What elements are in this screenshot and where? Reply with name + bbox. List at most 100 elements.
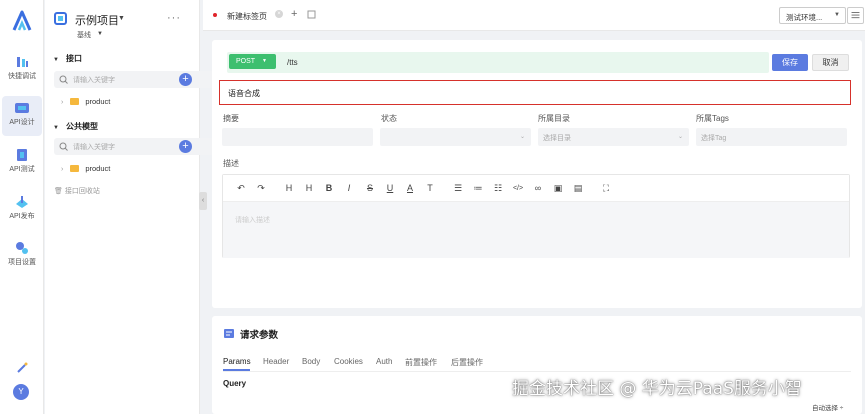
app-root: 快捷调试 API设计 API测试 API发布 项目设置 Y 示例项目 ▼ 基线 …	[0, 0, 865, 414]
method-label: POST	[236, 58, 256, 65]
section-title: 公共模型	[65, 122, 98, 131]
font-color-icon[interactable]: A	[404, 182, 416, 195]
table-icon[interactable]: ▤	[572, 182, 584, 195]
bullet-list-icon[interactable]: ☰	[452, 182, 464, 195]
api-editor-panel: POST ▼ /tts 保存 取消 语音合成 摘要 状态 所属目录 所属Tags…	[212, 40, 862, 308]
environment-settings-button[interactable]	[847, 7, 864, 24]
api-publish-icon	[16, 196, 28, 208]
tree-item-label: product	[85, 97, 111, 106]
caret-down-icon: ▼	[262, 58, 267, 64]
project-icon	[54, 12, 67, 25]
recycle-bin-label: 接口回收站	[64, 188, 100, 195]
query-section-title: Query	[223, 379, 247, 388]
caret-down-icon[interactable]: ▼	[118, 15, 125, 22]
rail-item-debug[interactable]: 快捷调试	[2, 50, 42, 90]
redo-icon[interactable]: ↷	[255, 182, 267, 195]
section-public-models[interactable]: ▼ 公共模型	[53, 121, 98, 132]
more-options-button[interactable]: ···	[167, 12, 181, 24]
auto-select-toggle[interactable]: 自动选择 ÷	[812, 402, 843, 412]
tab-cookies[interactable]: Cookies	[334, 357, 363, 366]
tree-item-product[interactable]: › product	[61, 97, 110, 106]
api-name-input[interactable]: 语音合成	[219, 80, 851, 105]
add-interface-button[interactable]: +	[179, 73, 192, 86]
cancel-button[interactable]: 取消	[812, 54, 849, 71]
directory-placeholder: 选择目录	[543, 135, 571, 142]
bold-icon[interactable]: B	[323, 182, 335, 195]
code-icon[interactable]: </>	[512, 182, 524, 195]
tab-header[interactable]: Header	[263, 357, 289, 366]
tab-params[interactable]: Params	[223, 357, 251, 366]
heading-icon[interactable]: H	[283, 182, 295, 195]
ordered-list-icon[interactable]: ≔	[472, 182, 484, 195]
tab-new[interactable]: 新建标签页 ×	[209, 6, 289, 26]
api-name-value: 语音合成	[228, 89, 260, 98]
add-tab-button[interactable]: +	[291, 8, 297, 20]
http-method-select[interactable]: POST ▼	[229, 54, 276, 69]
tab-pre-operations[interactable]: 前置操作	[405, 357, 437, 368]
tab-menu-icon[interactable]	[307, 10, 316, 19]
params-icon	[224, 329, 234, 338]
search-icon	[59, 75, 68, 84]
save-button[interactable]: 保存	[772, 54, 808, 71]
description-input[interactable]: 请输入描述	[223, 202, 849, 258]
tree-item-product[interactable]: › product	[61, 164, 110, 173]
status-select[interactable]: ⌄	[380, 128, 531, 146]
search-placeholder: 请输入关键字	[73, 144, 115, 151]
project-settings-icon	[16, 242, 28, 254]
folder-icon	[70, 165, 80, 172]
status-label: 状态	[381, 114, 397, 123]
left-rail: 快捷调试 API设计 API测试 API发布 项目设置 Y	[0, 0, 44, 414]
description-placeholder: 请输入描述	[235, 217, 270, 224]
tab-bar: 新建标签页 × + 测试环境... ▼	[203, 0, 865, 31]
directory-label: 所属目录	[538, 114, 570, 123]
project-name[interactable]: 示例项目	[75, 12, 119, 28]
description-label: 描述	[223, 159, 239, 168]
environment-select[interactable]: 测试环境... ▼	[779, 7, 846, 24]
url-input[interactable]: /tts	[287, 58, 298, 67]
close-icon[interactable]: ×	[275, 10, 283, 18]
tab-body[interactable]: Body	[302, 357, 320, 366]
model-search-input[interactable]: 请输入关键字	[54, 138, 217, 155]
rail-item-api-design[interactable]: API设计	[2, 96, 42, 136]
chevron-down-icon: ⌄	[677, 134, 683, 140]
avatar[interactable]: Y	[13, 384, 29, 400]
directory-select[interactable]: 选择目录 ⌄	[538, 128, 689, 146]
summary-label: 摘要	[223, 114, 239, 123]
strikethrough-icon[interactable]: S	[364, 182, 376, 195]
section-interfaces[interactable]: ▼ 接口	[53, 53, 82, 64]
undo-icon[interactable]: ↶	[235, 182, 247, 195]
heading-alt-icon[interactable]: H	[303, 182, 315, 195]
link-icon[interactable]: ∞	[532, 182, 544, 195]
tab-auth[interactable]: Auth	[376, 357, 392, 366]
interface-search-input[interactable]: 请输入关键字	[54, 71, 217, 88]
section-title: 接口	[65, 54, 82, 63]
image-icon[interactable]: ▣	[552, 182, 564, 195]
rail-item-api-test[interactable]: API测试	[2, 143, 42, 183]
branch-name[interactable]: 基线	[77, 30, 91, 40]
font-size-icon[interactable]: T	[424, 182, 436, 195]
rail-item-api-publish[interactable]: API发布	[2, 190, 42, 230]
fullscreen-icon[interactable]: ⛶	[600, 182, 612, 195]
tags-select[interactable]: 选择Tag	[696, 128, 847, 146]
task-list-icon[interactable]: ☷	[492, 182, 504, 195]
caret-down-icon[interactable]: ▼	[97, 31, 103, 37]
api-test-icon	[17, 149, 27, 161]
tab-post-operations[interactable]: 后置操作	[451, 357, 483, 368]
api-design-icon	[15, 103, 29, 113]
magic-wand-icon[interactable]	[16, 362, 28, 374]
tags-placeholder: 选择Tag	[701, 135, 727, 142]
underline-icon[interactable]: U	[384, 182, 396, 195]
sidebar-collapse-handle[interactable]: ‹	[199, 192, 207, 210]
add-model-button[interactable]: +	[179, 140, 192, 153]
italic-icon[interactable]: I	[343, 182, 355, 195]
recycle-bin[interactable]: 🗑 接口回收站	[54, 186, 100, 196]
chevron-right-icon: ›	[61, 166, 64, 173]
tags-label: 所属Tags	[696, 114, 729, 123]
debug-icon	[17, 57, 28, 67]
search-placeholder: 请输入关键字	[73, 77, 115, 84]
rail-item-project-settings[interactable]: 项目设置	[2, 236, 42, 276]
trash-icon: 🗑	[54, 188, 63, 195]
tab-label: 新建标签页	[227, 12, 267, 21]
summary-input[interactable]	[222, 128, 373, 146]
project-sidebar: 示例项目 ▼ 基线 ▼ ··· ▼ 接口 请输入关键字 + › product ▼ 公…	[45, 0, 217, 414]
